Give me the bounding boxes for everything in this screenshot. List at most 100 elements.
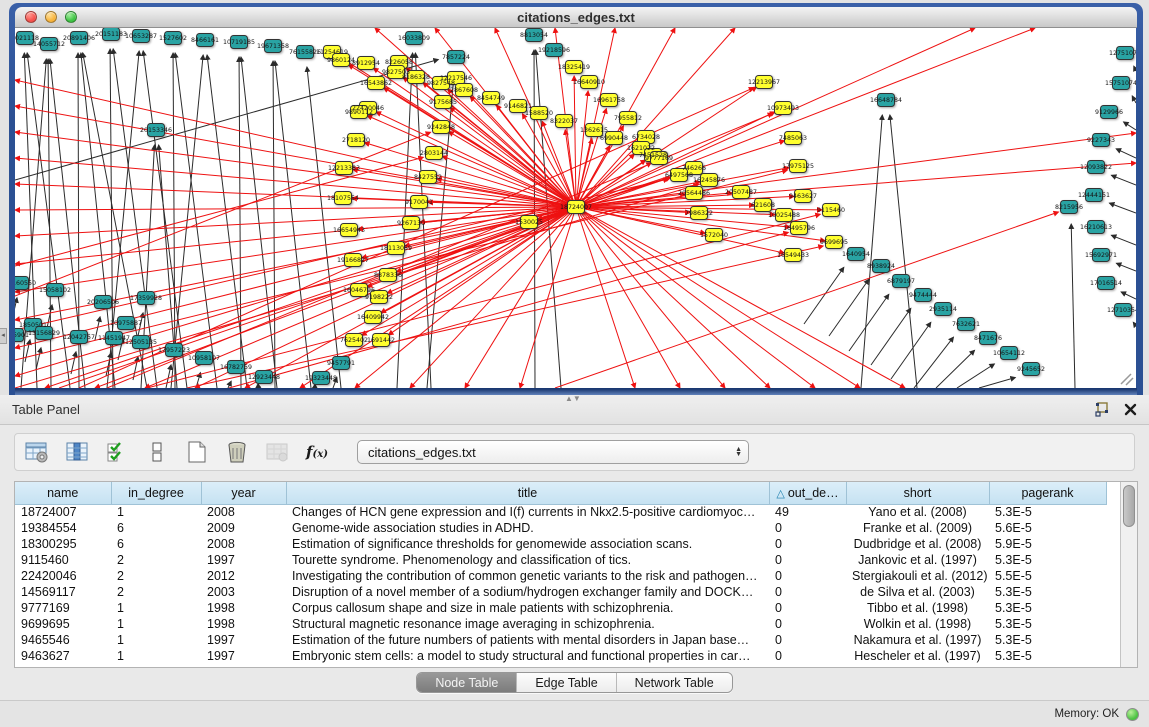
table-row[interactable]: 969969511998Structural magnetic resonanc… [15,616,1106,632]
network-view-window[interactable]: citations_edges.txt 18724007202111814055… [9,3,1143,395]
svg-text:16046796: 16046796 [343,287,375,294]
svg-text:9175685: 9175685 [429,99,457,106]
svg-text:20507487: 20507487 [725,189,757,196]
svg-text:9146821: 9146821 [504,103,532,110]
svg-text:18724007: 18724007 [560,204,592,211]
table-vertical-scrollbar[interactable] [1120,482,1137,667]
svg-text:12217546: 12217546 [440,75,472,82]
svg-text:8454749: 8454749 [477,95,505,102]
window-title: citations_edges.txt [15,10,1137,25]
column-header[interactable]: in_degree [111,482,201,504]
close-window-icon[interactable] [25,11,37,23]
table-row[interactable]: 977716911998Corpus callosum shape and si… [15,600,1106,616]
svg-text:17975125: 17975125 [782,163,814,170]
svg-text:9242848: 9242848 [427,124,455,131]
svg-text:1691442: 1691442 [367,337,395,344]
splitter-handle-icon[interactable]: ▲▼ [565,396,579,403]
node-table-container: namein_degreeyeartitle△out_de…shortpager… [14,481,1138,668]
float-window-icon[interactable] [1094,402,1110,417]
svg-text:6879197: 6879197 [887,278,915,285]
svg-text:8186328: 8186328 [402,74,430,81]
svg-text:9115460: 9115460 [817,207,845,214]
select-all-icon[interactable] [103,438,131,466]
svg-text:746266: 746266 [682,165,706,172]
window-titlebar[interactable]: citations_edges.txt [15,7,1137,28]
svg-text:10719185: 10719185 [223,39,255,46]
column-header[interactable]: short [846,482,989,504]
network-canvas[interactable]: 1872400720211181405571220891406201511831… [15,28,1136,388]
svg-text:12213383: 12213383 [328,165,360,172]
svg-text:10973493: 10973493 [767,105,799,112]
table-row[interactable]: 946554611997Estimation of the future num… [15,632,1106,648]
svg-text:7857224: 7857224 [442,54,470,61]
svg-text:12213967: 12213967 [748,79,780,86]
svg-text:10975887: 10975887 [110,320,142,327]
svg-text:16549433: 16549433 [777,252,809,259]
svg-text:16543862: 16543862 [360,80,392,87]
column-header[interactable]: year [201,482,286,504]
svg-text:16648784: 16648784 [870,97,902,104]
svg-text:7955812: 7955812 [614,115,642,122]
svg-text:1588520: 1588520 [525,110,553,117]
table-row[interactable]: 1872400712008Changes of HCN gene express… [15,504,1106,520]
svg-text:1527602: 1527602 [159,35,187,42]
table-row[interactable]: 1938455462009Genome-wide association stu… [15,520,1106,536]
scrollbar-thumb[interactable] [1123,485,1135,527]
table-row[interactable]: 1830029562008Estimation of significance … [15,536,1106,552]
node-table[interactable]: namein_degreeyeartitle△out_de…shortpager… [15,482,1107,664]
delete-table-icon[interactable] [263,438,291,466]
svg-text:20153346: 20153346 [140,127,172,134]
tab-node-table[interactable]: Node Table [417,673,517,692]
svg-text:8813054: 8813054 [520,32,548,39]
svg-text:9267130: 9267130 [397,220,425,227]
column-header[interactable]: pagerank [989,482,1106,504]
svg-text:12751074: 12751074 [1109,50,1136,57]
svg-text:13156829: 13156829 [28,330,60,337]
svg-text:11254619: 11254619 [316,49,348,56]
tab-network-table[interactable]: Network Table [617,673,732,692]
zoom-window-icon[interactable] [65,11,77,23]
svg-text:1362615: 1362615 [580,127,608,134]
svg-text:10025488: 10025488 [768,212,800,219]
dropdown-stepper-icon: ▲▼ [735,447,742,457]
svg-text:7625402: 7625402 [340,337,368,344]
svg-text:8938924: 8938924 [867,263,895,270]
table-row[interactable]: 1456911722003Disruption of a novel membe… [15,584,1106,600]
table-settings-icon[interactable] [23,438,51,466]
svg-text:19166827: 19166827 [337,257,369,264]
svg-text:9198222: 9198222 [365,294,393,301]
svg-text:18107554: 18107554 [327,195,359,202]
table-selector-dropdown[interactable]: citations_edges.txt ▲▼ [357,440,749,464]
table-panel: ▲▼ Table Panel [0,395,1149,700]
svg-text:6734028: 6734028 [632,134,660,141]
table-header[interactable]: namein_degreeyeartitle△out_de…shortpager… [15,482,1106,504]
table-row[interactable]: 946362711997Embryonic stem cells: a mode… [15,648,1106,664]
table-row[interactable]: 911546021997Tourette syndrome. Phenomeno… [15,552,1106,568]
resize-grip-icon[interactable] [1121,374,1133,385]
new-table-icon[interactable] [183,438,211,466]
column-header[interactable]: title [286,482,769,504]
svg-text:8322037: 8322037 [550,118,578,125]
svg-text:7986322: 7986322 [685,210,713,217]
close-panel-icon[interactable] [1124,403,1137,416]
column-chooser-icon[interactable] [63,438,91,466]
tab-edge-table[interactable]: Edge Table [517,673,616,692]
svg-text:9860124: 9860124 [327,57,355,64]
table-panel-titlebar[interactable]: ▲▼ Table Panel [0,395,1149,425]
column-header[interactable]: name [15,482,111,504]
column-header[interactable]: △out_de… [769,482,846,504]
minimize-window-icon[interactable] [45,11,57,23]
svg-text:1621022: 1621022 [627,145,655,152]
collapsed-panel-tab[interactable]: ◂ [0,328,7,344]
memory-status-icon[interactable] [1126,708,1139,721]
function-builder-icon[interactable]: f(x) [303,438,331,466]
table-row[interactable]: 2242004622012Investigating the contribut… [15,568,1106,584]
svg-text:17359928: 17359928 [130,295,162,302]
table-panel-title: Table Panel [12,402,80,417]
svg-text:9890112: 9890112 [345,109,373,116]
svg-text:14055712: 14055712 [33,41,65,48]
svg-text:9245652: 9245652 [1017,366,1045,373]
delete-trash-icon[interactable] [223,438,251,466]
svg-text:12042757: 12042757 [63,334,95,341]
row-height-icon[interactable] [143,438,171,466]
